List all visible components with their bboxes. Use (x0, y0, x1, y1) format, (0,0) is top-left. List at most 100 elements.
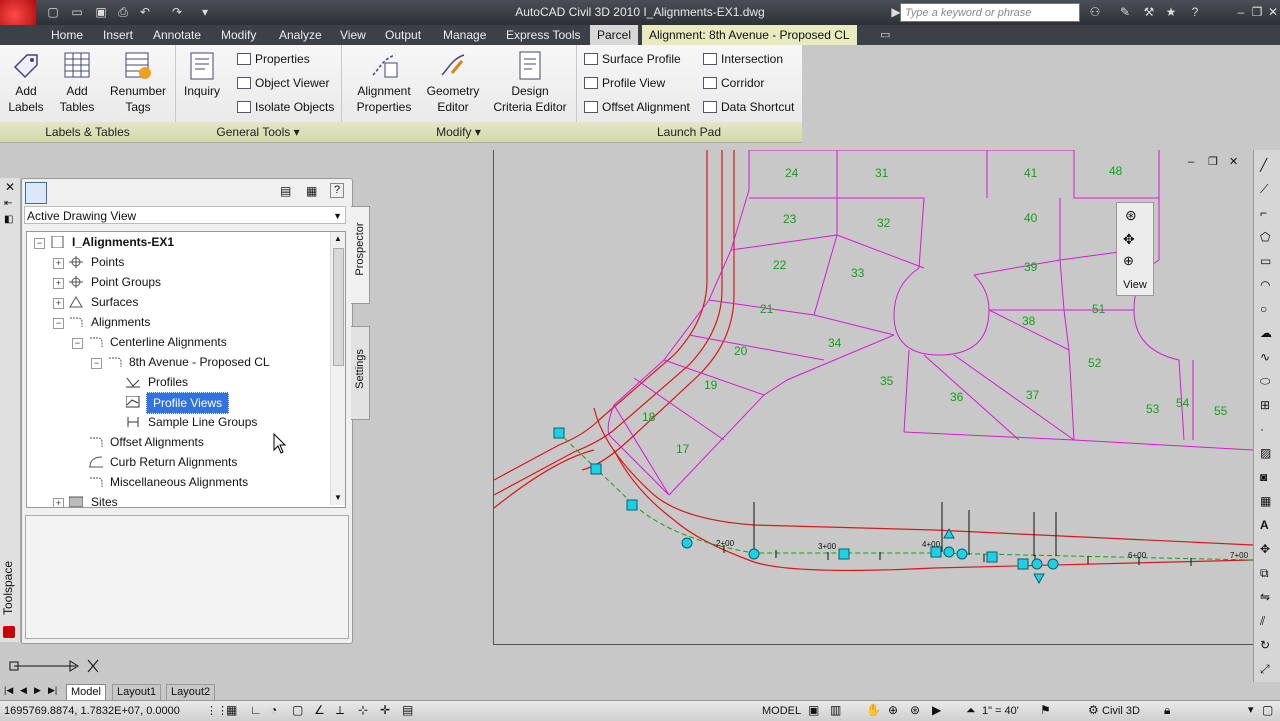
first-layout-icon[interactable]: |◀ (4, 685, 13, 696)
copy-tool-icon[interactable]: ⧉ (1260, 566, 1269, 581)
coordinates-readout[interactable]: 1695769.8874, 1.7832E+07, 0.0000 (4, 705, 180, 717)
list-view-icon[interactable]: ▦ (306, 184, 317, 198)
steering-status-icon[interactable]: ⊛ (910, 703, 920, 717)
general-tools-panel-title[interactable]: General Tools ▾ (175, 122, 341, 142)
tree-offset-alignments[interactable]: Offset Alignments (110, 432, 204, 452)
offset-tool-icon[interactable]: ⫽ (1260, 614, 1265, 629)
polar-icon[interactable]: ◔ (270, 703, 277, 717)
intersection-button[interactable]: Intersection (703, 50, 783, 68)
scroll-down-icon[interactable]: ▼ (334, 493, 342, 502)
rotate-tool-icon[interactable]: ↻ (1260, 638, 1270, 652)
tab-layout1[interactable]: Layout1 (112, 684, 162, 701)
pan-icon[interactable]: ✥ (1123, 231, 1135, 248)
inquiry-button[interactable]: Inquiry (181, 49, 223, 99)
expander-8th-avenue[interactable]: − (91, 358, 102, 369)
drawing-area[interactable]: 24 31 23 32 22 33 21 34 20 19 35 18 36 1… (493, 150, 1253, 645)
renumber-tags-button[interactable]: Renumber Tags (106, 49, 170, 115)
circle-tool-icon[interactable]: ○ (1260, 302, 1267, 316)
tab-settings[interactable]: Settings (351, 326, 370, 420)
corridor-button[interactable]: Corridor (703, 74, 764, 92)
profile-view-button[interactable]: Profile View (584, 74, 665, 92)
tab-analyze[interactable]: Analyze (272, 25, 329, 45)
add-labels-button[interactable]: Add Labels (4, 49, 48, 115)
prospector-view-icon[interactable] (25, 182, 47, 204)
tab-modify[interactable]: Modify (214, 25, 263, 45)
tab-express-tools[interactable]: Express Tools (499, 25, 587, 45)
workspace-switch[interactable]: Civil 3D (1102, 705, 1140, 717)
region-tool-icon[interactable]: ◙ (1260, 470, 1267, 484)
tree-points[interactable]: Points (91, 252, 124, 272)
tree-surfaces[interactable]: Surfaces (91, 292, 138, 312)
pan-status-icon[interactable]: ✋ (866, 703, 881, 717)
ducs-icon[interactable]: ⟂ (336, 703, 344, 718)
tree-root[interactable]: I_Alignments-EX1 (72, 232, 174, 252)
toolspace-titlebar[interactable]: ✕ ⇤ ◧ Toolspace (0, 178, 21, 642)
viewport-minimize-icon[interactable]: – (1188, 156, 1194, 168)
tree-profile-views[interactable]: Profile Views (146, 392, 230, 414)
restore-icon[interactable]: ❐ (1250, 5, 1264, 19)
tree-point-groups[interactable]: Point Groups (91, 272, 161, 292)
next-layout-icon[interactable]: ▶ (34, 685, 41, 696)
alignment-properties-button[interactable]: Alignment Properties (351, 49, 417, 115)
lineweight-icon[interactable]: ✛ (380, 703, 390, 717)
point-tool-icon[interactable]: · (1260, 422, 1264, 436)
tree-8th-avenue[interactable]: 8th Avenue - Proposed CL (129, 352, 270, 372)
expander-alignments[interactable]: − (53, 318, 64, 329)
annotation-visibility-icon[interactable]: ⚑ (1040, 703, 1051, 717)
design-criteria-editor-button[interactable]: Design Criteria Editor (489, 49, 571, 115)
zoom-status-icon[interactable]: ⊕ (888, 703, 898, 717)
tab-manage[interactable]: Manage (436, 25, 493, 45)
tab-view[interactable]: View (333, 25, 373, 45)
otrack-icon[interactable]: ∠ (314, 703, 325, 717)
layout-icon[interactable]: ▣ (808, 703, 819, 717)
ortho-icon[interactable]: ∟ (250, 703, 262, 717)
minimize-icon[interactable]: – (1234, 5, 1248, 19)
viewport-close-icon[interactable]: ✕ (1229, 155, 1238, 168)
isolate-objects-button[interactable]: Isolate Objects (237, 98, 334, 116)
spline-tool-icon[interactable]: ∿ (1260, 350, 1270, 364)
polygon-tool-icon[interactable]: ⬠ (1260, 230, 1270, 244)
tab-layout2[interactable]: Layout2 (166, 684, 216, 701)
close-icon[interactable]: ✕ (1266, 5, 1280, 19)
item-view-icon[interactable]: ▤ (280, 184, 291, 198)
scale-tool-icon[interactable]: ⤢ (1260, 662, 1270, 677)
status-menu-icon[interactable]: ▾ (1248, 703, 1254, 716)
tab-alignment-context[interactable]: Alignment: 8th Avenue - Proposed CL (642, 25, 857, 45)
properties-button[interactable]: Properties (237, 50, 310, 68)
drawing-view-dropdown[interactable]: Active Drawing View ▼ (24, 206, 346, 224)
tree-misc-alignments[interactable]: Miscellaneous Alignments (110, 472, 248, 492)
tree-profiles[interactable]: Profiles (148, 372, 188, 392)
communication-icon[interactable]: ⚒ (1142, 5, 1156, 19)
subscription-icon[interactable]: ✎ (1118, 5, 1132, 19)
ribbon-minimize-icon[interactable]: ▭ (880, 28, 890, 41)
scroll-up-icon[interactable]: ▲ (334, 234, 342, 243)
quick-properties-icon[interactable]: ▤ (402, 703, 413, 717)
tree-sample-line-groups[interactable]: Sample Line Groups (148, 412, 257, 432)
alignment-grips[interactable] (553, 427, 1059, 585)
clean-screen-icon[interactable]: ▢ (1262, 703, 1273, 717)
insert-block-icon[interactable]: ⊞ (1260, 398, 1270, 412)
viewport-restore-icon[interactable]: ❐ (1208, 155, 1218, 168)
annotation-scale-icon[interactable]: ⏶ (966, 703, 976, 718)
expander-sites[interactable]: + (53, 498, 64, 507)
scroll-thumb[interactable] (333, 248, 344, 366)
osnap-icon[interactable]: ▢ (292, 703, 303, 717)
move-tool-icon[interactable]: ✥ (1260, 542, 1270, 556)
showmotion-icon[interactable]: ▶ (932, 703, 941, 717)
expander-point-groups[interactable]: + (53, 278, 64, 289)
add-tables-button[interactable]: Add Tables (54, 49, 100, 115)
polyline-tool-icon[interactable]: ⌐ (1260, 206, 1267, 220)
annotation-scale-value[interactable]: 1" = 40' (982, 705, 1019, 717)
tree-curb-return-alignments[interactable]: Curb Return Alignments (110, 452, 237, 472)
lock-icon[interactable]: 🔒︎ (1164, 703, 1170, 718)
help-icon[interactable]: ? (1188, 5, 1202, 19)
ellipse-tool-icon[interactable]: ⬭ (1260, 374, 1270, 389)
zoom-icon[interactable]: ⊕ (1123, 253, 1134, 269)
line-tool-icon[interactable]: ╱ (1260, 158, 1267, 172)
hatch-tool-icon[interactable]: ▨ (1260, 446, 1271, 460)
arc-tool-icon[interactable]: ◠ (1260, 278, 1270, 292)
quick-view-icon[interactable]: ▥ (830, 703, 841, 717)
last-layout-icon[interactable]: ▶| (48, 685, 57, 696)
offset-alignment-button[interactable]: Offset Alignment (584, 98, 690, 116)
expander-centerline[interactable]: − (72, 338, 83, 349)
